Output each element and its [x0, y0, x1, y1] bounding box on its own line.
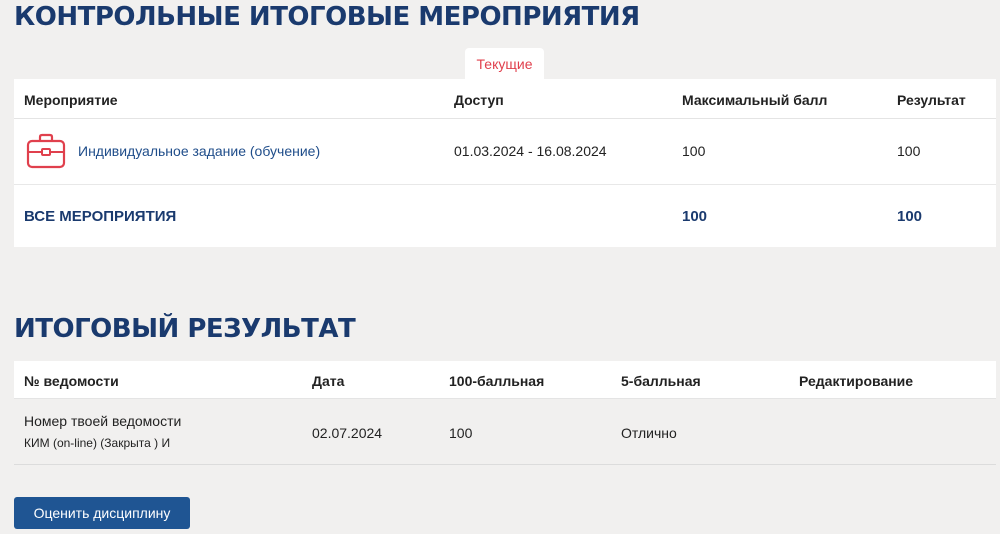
event-max-score: 100: [682, 143, 706, 159]
rate-discipline-button[interactable]: Оценить дисциплину: [14, 497, 190, 529]
final-result-table: № ведомости Дата 100-балльная 5-балльная…: [14, 361, 996, 465]
final-table-header: № ведомости Дата 100-балльная 5-балльная…: [14, 361, 996, 399]
header-score100: 100-балльная: [449, 373, 545, 389]
header-statement-no: № ведомости: [24, 373, 119, 389]
briefcase-icon: [26, 133, 66, 169]
event-access-dates: 01.03.2024 - 16.08.2024: [454, 143, 607, 159]
event-result: 100: [897, 143, 921, 159]
total-max-score: 100: [682, 208, 708, 225]
final-score100: 100: [449, 425, 473, 441]
event-link[interactable]: Индивидуальное задание (обучение): [78, 143, 320, 159]
events-table-header: Мероприятие Доступ Максимальный балл Рез…: [14, 79, 996, 119]
header-max-score: Максимальный балл: [682, 92, 828, 108]
table-row: Номер твоей ведомости КИМ (on-line) (Зак…: [14, 399, 996, 465]
header-result: Результат: [897, 92, 966, 108]
header-date: Дата: [312, 373, 345, 389]
events-section-title: КОНТРОЛЬНЫЕ ИТОГОВЫЕ МЕРОПРИЯТИЯ: [14, 2, 640, 32]
table-row: Индивидуальное задание (обучение) 01.03.…: [14, 119, 996, 185]
statement-type: КИМ (on-line) (Закрыта ) И: [24, 436, 171, 450]
total-row: ВСЕ МЕРОПРИЯТИЯ 100 100: [14, 185, 996, 247]
header-event: Мероприятие: [24, 92, 118, 108]
final-section-title: ИТОГОВЫЙ РЕЗУЛЬТАТ: [14, 314, 356, 344]
statement-number: Номер твоей ведомости: [24, 413, 182, 429]
total-label: ВСЕ МЕРОПРИЯТИЯ: [24, 208, 177, 225]
tab-current[interactable]: Текущие: [465, 48, 544, 80]
header-edit: Редактирование: [799, 373, 914, 389]
total-result: 100: [897, 208, 923, 225]
events-table: Мероприятие Доступ Максимальный балл Рез…: [14, 79, 996, 247]
final-date: 02.07.2024: [312, 425, 383, 441]
final-score5: Отлично: [621, 425, 677, 441]
header-score5: 5-балльная: [621, 373, 701, 389]
header-access: Доступ: [454, 92, 504, 108]
